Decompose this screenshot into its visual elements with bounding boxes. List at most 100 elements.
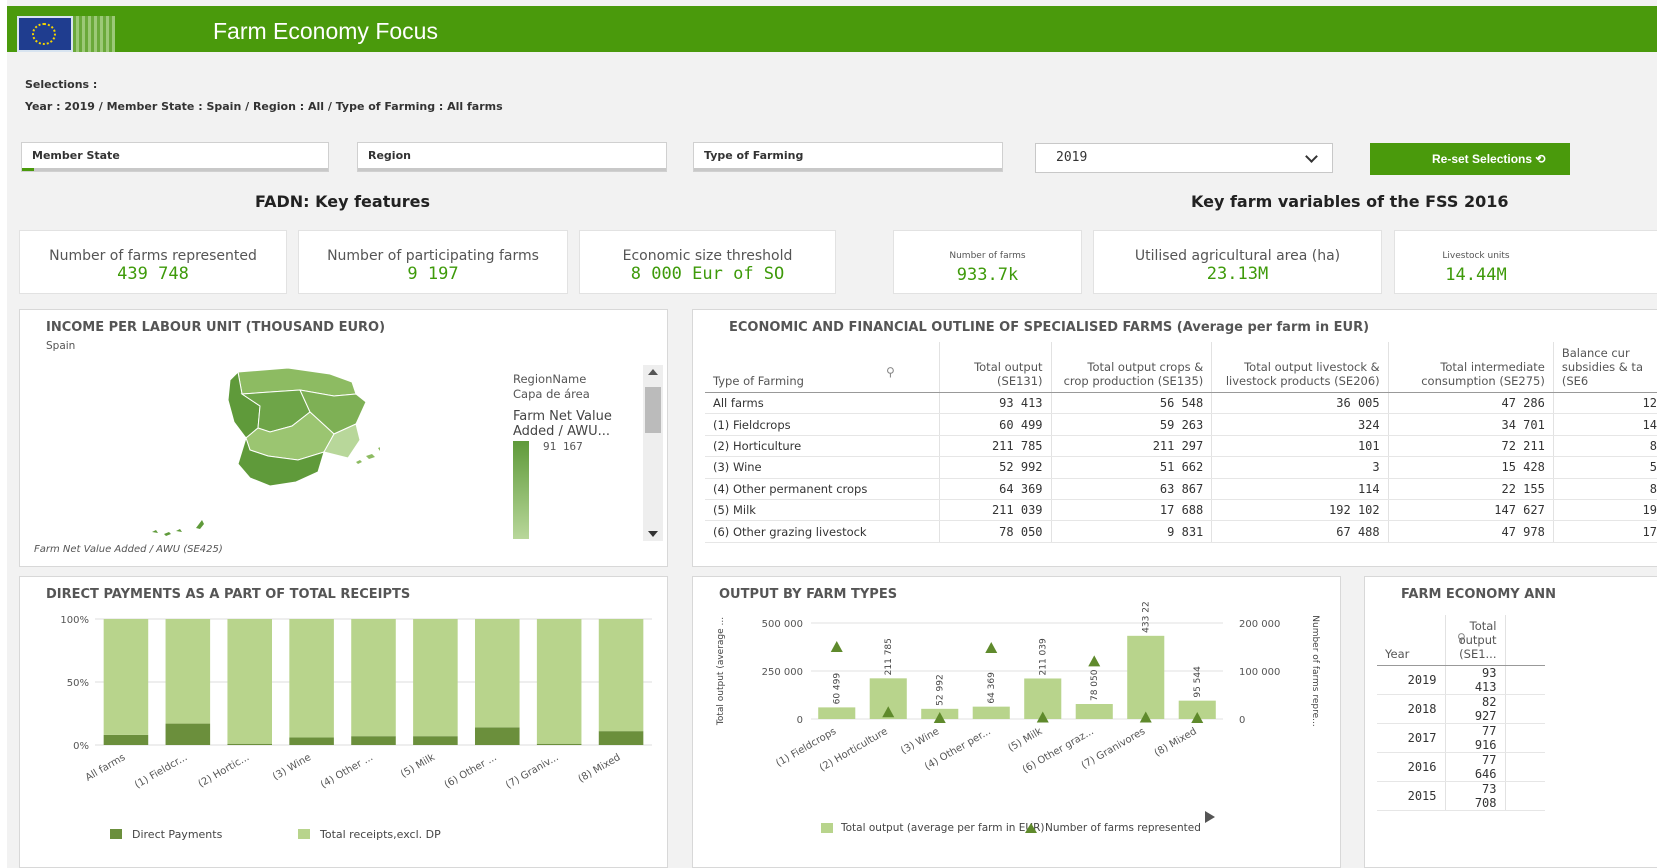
table-cell: 2016 (1377, 752, 1445, 782)
table-row[interactable]: 2016 77 646 (1377, 752, 1545, 782)
table-row[interactable]: (6) Other grazing livestock 78 050 9 831 67… (705, 520, 1657, 543)
x-tick-label: (8) Mixed (1153, 726, 1199, 759)
direct-payments-title: DIRECT PAYMENTS AS A PART OF TOTAL RECEI… (46, 587, 411, 602)
bar-segment[interactable] (103, 619, 149, 735)
y-left-tick: 500 000 (762, 619, 803, 630)
x-tick-label: (5) Milk (1006, 726, 1044, 754)
table-row[interactable]: All farms 93 413 56 548 36 005 47 286 12 (705, 392, 1657, 415)
table-row[interactable]: 2015 73 708 (1377, 781, 1545, 811)
table-cell: 8 (1552, 435, 1657, 458)
table-cell: 34 701 (1387, 413, 1554, 436)
bar-segment[interactable] (474, 727, 520, 745)
output-bar[interactable] (818, 707, 856, 719)
table-cell: 3 (1211, 456, 1389, 479)
bar-value-label: 433 221 (1142, 601, 1152, 633)
kpi-economic-threshold: Economic size threshold 8 000 Eur of SO (579, 230, 836, 294)
annual-title: FARM ECONOMY ANN (1401, 587, 1557, 602)
table-row[interactable]: (1) Fieldcrops 60 499 59 263 324 34 701 14 (705, 413, 1657, 436)
bar-value-label: 52 992 (936, 674, 946, 706)
spain-map[interactable] (120, 360, 380, 540)
type-of-farming-label: Type of Farming (704, 149, 804, 162)
column-header[interactable]: Year (1377, 615, 1445, 666)
x-tick-label: (3) Wine (899, 726, 941, 757)
x-tick-label: (2) Hortic... (197, 752, 252, 790)
column-header[interactable]: Total intermediate consumption (SE275) (1387, 342, 1554, 393)
app-title: Farm Economy Focus (213, 18, 438, 44)
table-cell: 211 039 (938, 499, 1052, 522)
reset-selections-button[interactable]: Re-set Selections ⟲ (1370, 143, 1570, 175)
table-cell: 211 785 (938, 435, 1052, 458)
selections-summary: Year : 2019 / Member State : Spain / Reg… (25, 100, 503, 113)
output-bar[interactable] (972, 706, 1010, 719)
table-cell: 52 992 (938, 456, 1052, 479)
table-row[interactable]: 2017 77 916 (1377, 723, 1545, 753)
legend-next-icon[interactable] (1205, 811, 1215, 823)
column-header[interactable]: Balance cur subsidies & ta (SE6 (1552, 342, 1657, 393)
table-cell: 2018 (1377, 694, 1445, 724)
table-row[interactable]: (3) Wine 52 992 51 662 3 15 428 5 (705, 456, 1657, 479)
reset-selections-label: Re-set Selections (1432, 152, 1533, 166)
legend-scrollbar[interactable] (643, 365, 663, 541)
left-axis-label: Total output (average ... (716, 617, 726, 726)
table-row[interactable]: (2) Horticulture 211 785 211 297 101 72 211 8 (705, 435, 1657, 458)
kpi-utilised-area: Utilised agricultural area (ha) 23.13M (1093, 230, 1382, 294)
table-cell: 324 (1211, 413, 1389, 436)
bar-segment[interactable] (227, 743, 273, 745)
kpi-label: Economic size threshold (622, 248, 793, 264)
table-cell (1504, 752, 1545, 782)
map-canary[interactable] (152, 520, 204, 536)
bar-segment[interactable] (413, 619, 458, 737)
table-header-row: Year Total output (SE1... (1377, 615, 1545, 666)
bar-segment[interactable] (351, 619, 396, 737)
table-row[interactable]: 2018 82 927 (1377, 694, 1545, 724)
bar-segment[interactable] (598, 731, 644, 745)
bar-segment[interactable] (536, 619, 582, 744)
farms-marker[interactable] (985, 641, 998, 653)
row-label: (5) Milk (705, 499, 940, 522)
bar-segment[interactable] (598, 619, 644, 732)
farms-marker[interactable] (1088, 655, 1101, 667)
table-cell: 15 428 (1387, 456, 1554, 479)
table-row[interactable]: (4) Other permanent crops 64 369 63 867 114… (705, 478, 1657, 500)
bar-segment[interactable] (165, 619, 211, 724)
legend-swatch (821, 823, 833, 833)
bar-segment[interactable] (103, 734, 149, 745)
table-cell: 72 211 (1387, 435, 1554, 458)
right-axis-label: Number of farms repre... (1310, 615, 1320, 726)
legend-gradient (513, 441, 529, 539)
table-cell: 67 488 (1211, 520, 1389, 543)
farms-marker[interactable] (830, 641, 843, 652)
bar-segment[interactable] (536, 743, 582, 745)
column-header[interactable]: Total output livestock & livestock produ… (1211, 342, 1389, 393)
table-cell: 47 978 (1387, 520, 1554, 543)
output-bar[interactable] (1127, 635, 1165, 719)
column-header[interactable]: Total output (SE1... (1444, 615, 1505, 666)
region-filter[interactable]: Region (357, 142, 667, 172)
scroll-up-icon[interactable] (648, 369, 658, 375)
bar-segment[interactable] (289, 737, 334, 745)
column-header[interactable]: Total output (SE131) (938, 342, 1052, 393)
bar-segment[interactable] (413, 736, 458, 745)
row-label: All farms (705, 392, 940, 415)
bar-segment[interactable] (165, 723, 211, 745)
bar-segment[interactable] (474, 619, 520, 728)
bar-segment[interactable] (289, 619, 334, 738)
y-left-tick: 250 000 (762, 667, 803, 678)
legend-label: Direct Payments (132, 828, 223, 841)
map-balearic[interactable] (356, 446, 380, 464)
table-cell (1504, 781, 1545, 811)
column-header[interactable]: Type of Farming (705, 342, 940, 393)
bar-segment[interactable] (227, 619, 273, 744)
table-row[interactable]: 2019 93 413 (1377, 665, 1545, 695)
table-row[interactable]: (5) Milk 211 039 17 688 192 102 147 627 19 (705, 499, 1657, 522)
year-dropdown[interactable]: 2019 (1035, 143, 1333, 173)
bar-segment[interactable] (351, 736, 396, 745)
member-state-filter[interactable]: Member State (21, 142, 329, 172)
x-tick-label: (8) Mixed (576, 752, 622, 785)
scroll-down-icon[interactable] (648, 531, 658, 537)
type-of-farming-filter[interactable]: Type of Farming (693, 142, 1003, 172)
column-header[interactable]: Total output crops & crop production (SE… (1050, 342, 1212, 393)
table-cell: 19 (1552, 499, 1657, 522)
scrollbar-thumb[interactable] (645, 387, 661, 433)
output-bar[interactable] (1075, 704, 1113, 719)
